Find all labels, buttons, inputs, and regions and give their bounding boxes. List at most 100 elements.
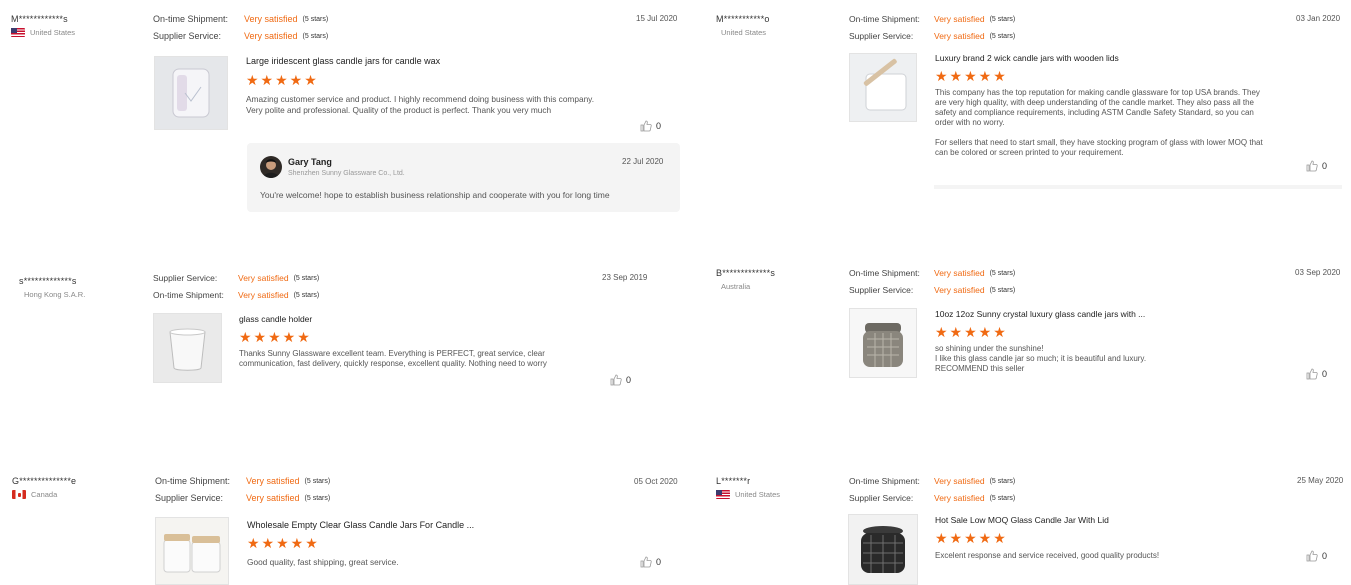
reviewer-info: L*******r United States [716,476,780,499]
review-date: 15 Jul 2020 [636,14,678,23]
rating-value: Very satisfied [934,14,985,24]
us-flag-icon [716,490,730,499]
review-text: This company has the top reputation for … [935,88,1267,169]
product-title[interactable]: Large iridescent glass candle jars for c… [246,56,440,66]
rating-list: Supplier Service: Very satisfied (5 stars)… [153,270,319,304]
product-image[interactable] [155,517,229,585]
review-text: Excelent response and service received, … [935,551,1267,572]
rating-row: Supplier Service: Very satisfied (5 stars) [153,270,319,287]
review-date: 25 May 2020 [1297,476,1344,485]
star-rating: ★★★★★ [935,530,1008,546]
like-count: 0 [626,375,632,385]
like-button[interactable]: 0 [640,120,661,132]
product-image[interactable] [153,313,222,383]
reply-date: 22 Jul 2020 [622,157,664,166]
review-text: Good quality, fast shipping, great servi… [247,557,599,579]
review-date: 03 Sep 2020 [1295,268,1341,277]
reviewer-info: B*************s Australia [716,268,775,291]
reviewer-info: M***********o United States [716,14,770,37]
thumbs-up-icon [1306,368,1318,380]
rating-label: Supplier Service: [849,31,914,41]
star-rating: ★★★★★ [246,72,319,88]
product-image[interactable] [849,53,917,122]
reply-text: You're welcome! hope to establish busine… [260,190,610,200]
review-text: Amazing customer service and product. I … [246,94,598,127]
rating-row: On-time Shipment: Very satisfied (5 stars) [153,287,319,304]
thumbs-up-icon [1306,550,1318,562]
reviewer-name: B*************s [716,268,776,278]
reviewer-info: M************s United States [11,14,75,37]
rating-value: Very satisfied [934,285,985,295]
rating-stars-text: (5 stars) [304,495,331,502]
rating-label: On-time Shipment: [153,14,229,24]
like-count: 0 [656,121,662,131]
product-image[interactable] [154,56,228,130]
rating-label: On-time Shipment: [153,290,224,300]
product-title[interactable]: 10oz 12oz Sunny crystal luxury glass can… [935,309,1145,319]
review-date: 05 Oct 2020 [634,477,678,486]
rating-stars-text: (5 stars) [302,33,329,40]
like-count: 0 [1322,161,1328,171]
reviewer-name: M************s [11,14,68,24]
like-count: 0 [656,557,662,567]
review-paragraph: so shining under the sunshine! I like th… [935,344,1147,373]
review-paragraph: This company has the top reputation for … [935,88,1260,127]
product-title[interactable]: Hot Sale Low MOQ Glass Candle Jar With L… [935,515,1109,525]
rating-stars-text: (5 stars) [304,478,331,485]
reviewer-country: Australia [721,282,751,291]
thumbs-up-icon [610,374,622,386]
rating-label: Supplier Service: [153,273,218,283]
review-text: so shining under the sunshine! I like th… [935,344,1267,385]
like-button[interactable]: 0 [610,374,631,386]
canada-flag-icon [12,490,26,499]
rating-label: On-time Shipment: [849,476,920,486]
review-paragraph: Amazing customer service and product. I … [246,94,595,115]
rating-stars-text: (5 stars) [989,33,1016,40]
rating-stars-text: (5 stars) [989,270,1016,277]
star-rating: ★★★★★ [247,535,320,551]
rating-value: Very satisfied [934,476,985,486]
like-button[interactable]: 0 [1306,550,1327,562]
product-title[interactable]: glass candle holder [239,314,312,324]
product-image[interactable] [849,308,917,378]
reviewer-country: United States [721,28,767,37]
country-label: United States [30,28,76,37]
like-button[interactable]: 0 [640,556,661,568]
rating-list: On-time Shipment: Very satisfied (5 stars)… [849,265,1015,299]
thumbs-up-icon [640,556,652,568]
reviewer-name: L*******r [716,476,751,486]
rating-label: On-time Shipment: [849,14,920,24]
like-button[interactable]: 0 [1306,368,1327,380]
rating-row: Supplier Service: Very satisfied (5 stars) [153,28,328,45]
rating-label: On-time Shipment: [849,268,920,278]
like-count: 0 [1322,369,1328,379]
rating-value: Very satisfied [246,476,300,486]
rating-stars-text: (5 stars) [989,478,1016,485]
rating-list: On-time Shipment: Very satisfied (5 stars)… [155,473,330,507]
rating-value: Very satisfied [244,31,298,41]
reply-author: Gary Tang [288,157,332,167]
rating-row: Supplier Service: Very satisfied (5 stars) [849,490,1015,507]
review-date: 03 Jan 2020 [1296,14,1341,23]
product-image[interactable] [848,514,918,585]
product-title[interactable]: Wholesale Empty Clear Glass Candle Jars … [247,520,474,530]
country-label: United States [735,490,781,499]
thumbs-up-icon [1306,160,1318,172]
rating-value: Very satisfied [934,493,985,503]
reviewer-name: G**************e [12,476,77,486]
reviewer-name: s*************s [19,276,77,286]
rating-value: Very satisfied [246,493,300,503]
rating-row: On-time Shipment: Very satisfied (5 stars) [849,11,1015,28]
product-title[interactable]: Luxury brand 2 wick candle jars with woo… [935,53,1119,63]
reply-company: Shenzhen Sunny Glassware Co., Ltd. [288,170,405,177]
review-paragraph: Good quality, fast shipping, great servi… [247,557,399,567]
like-button[interactable]: 0 [1306,160,1327,172]
reviewer-country: Canada [12,490,76,499]
rating-value: Very satisfied [934,268,985,278]
rating-stars-text: (5 stars) [293,275,320,282]
rating-row: Supplier Service: Very satisfied (5 stars) [849,28,1015,45]
star-rating: ★★★★★ [935,68,1008,84]
rating-value: Very satisfied [244,14,298,24]
rating-value: Very satisfied [238,290,289,300]
rating-label: Supplier Service: [155,493,224,503]
